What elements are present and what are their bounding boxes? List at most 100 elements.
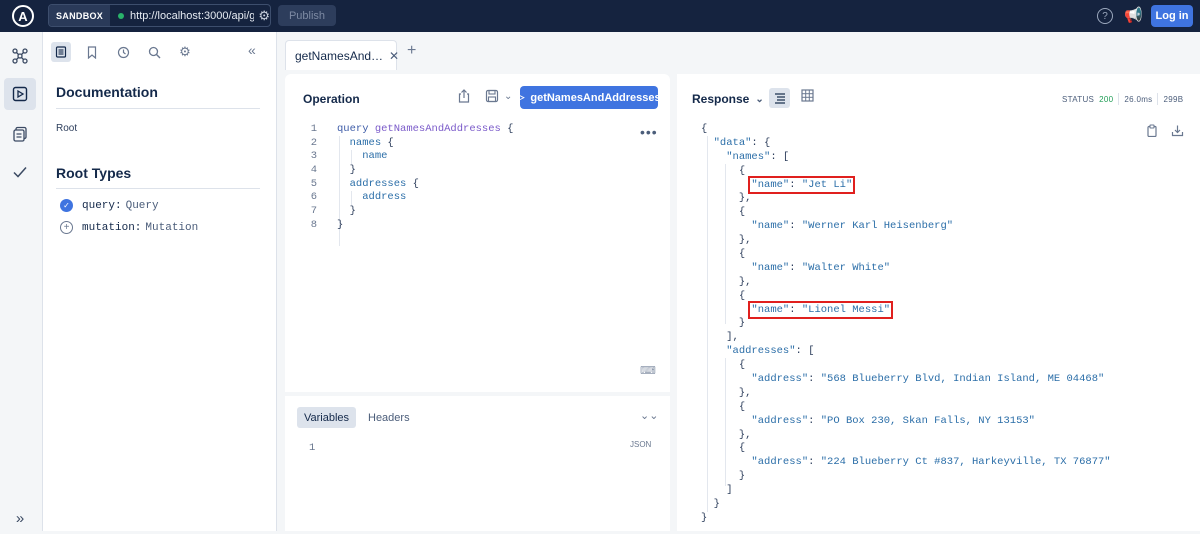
- share-icon[interactable]: [458, 89, 470, 106]
- schema-icon[interactable]: [4, 40, 36, 72]
- sandbox-tag: SANDBOX: [49, 5, 111, 26]
- operation-editor[interactable]: 1 query getNamesAndAddresses {2 names {3 …: [285, 122, 670, 232]
- login-button[interactable]: Log in: [1151, 5, 1193, 27]
- response-json[interactable]: { "data": { "names": [ { "name": "Jet Li…: [701, 122, 1151, 525]
- response-title: Response: [692, 92, 750, 106]
- bookmark-icon[interactable]: [82, 42, 102, 62]
- response-view-dropdown[interactable]: Response ⌄: [692, 92, 764, 106]
- run-operation-button[interactable]: ▷ getNamesAndAddresses: [517, 86, 661, 109]
- collapse-panel-icon[interactable]: ⌄⌄: [640, 409, 658, 422]
- code-text: address: [337, 191, 406, 203]
- tab-label: getNamesAnd…: [295, 48, 384, 63]
- json-entry: },: [739, 234, 752, 246]
- table-view-icon[interactable]: [801, 89, 814, 105]
- code-line[interactable]: 2 names {: [285, 136, 670, 150]
- code-line[interactable]: 6 address: [285, 190, 670, 204]
- settings-icon[interactable]: ⚙: [175, 42, 195, 62]
- code-line[interactable]: 8}: [285, 218, 670, 232]
- check-circle-icon[interactable]: ✓: [60, 199, 73, 212]
- json-key: "name": [751, 178, 790, 191]
- code-text: }: [337, 164, 356, 176]
- root-types-title: Root Types: [56, 165, 132, 181]
- endpoint-url[interactable]: http://localhost:3000/api/graphql: [130, 10, 254, 22]
- json-line: ],: [701, 330, 1151, 344]
- json-line: "name": "Lionel Messi": [701, 300, 1151, 319]
- endpoint-settings-icon[interactable]: ⚙: [258, 8, 270, 24]
- history-icon[interactable]: [113, 42, 133, 62]
- tab-variables[interactable]: Variables: [297, 407, 357, 428]
- save-icon[interactable]: [485, 89, 499, 106]
- breadcrumb-root[interactable]: Root: [56, 123, 77, 134]
- format-tag: JSON: [630, 440, 652, 449]
- code-line[interactable]: 4 }: [285, 163, 670, 177]
- json-view-icon[interactable]: [769, 88, 790, 108]
- line-number: 5: [310, 177, 317, 190]
- json-entry: }: [739, 470, 745, 482]
- close-icon[interactable]: ✕: [389, 49, 399, 63]
- json-punct: },: [738, 428, 752, 441]
- json-punct: ]: [726, 484, 733, 497]
- json-punct: {: [738, 359, 746, 372]
- tab-headers[interactable]: Headers: [361, 407, 417, 428]
- root-type-name[interactable]: Mutation: [145, 222, 198, 234]
- add-circle-icon[interactable]: +: [60, 221, 73, 234]
- json-punct: {: [738, 164, 746, 177]
- expand-icon[interactable]: »: [4, 502, 36, 534]
- root-type-query[interactable]: ✓ query: Query: [60, 199, 159, 212]
- highlighted-entry: "name": "Lionel Messi": [748, 300, 894, 319]
- keyboard-shortcuts-icon[interactable]: ⌨: [640, 364, 656, 377]
- tab-operation[interactable]: getNamesAnd… ✕: [285, 40, 399, 70]
- checks-icon[interactable]: [4, 156, 36, 188]
- endpoint-box[interactable]: SANDBOX http://localhost:3000/api/graphq…: [48, 4, 271, 27]
- add-tab-icon[interactable]: +: [407, 42, 416, 60]
- json-entry: },: [739, 429, 752, 441]
- announcement-icon[interactable]: 📢: [1124, 6, 1143, 24]
- json-entry: {: [739, 206, 745, 218]
- json-line: "data": {: [701, 136, 1151, 150]
- code-text: }: [337, 219, 343, 231]
- json-colon: :: [789, 178, 802, 191]
- json-entry: "name": "Walter White": [751, 262, 890, 274]
- json-entry: "addresses": [: [726, 345, 814, 357]
- operation-panel: Operation ⌄ ▷ getNamesAndAddresses ••• 1…: [285, 74, 670, 392]
- help-icon[interactable]: ?: [1097, 8, 1113, 24]
- search-icon[interactable]: [144, 42, 164, 62]
- root-type-name[interactable]: Query: [126, 200, 159, 212]
- publish-button[interactable]: Publish: [278, 5, 336, 26]
- collections-icon[interactable]: [4, 118, 36, 150]
- json-entry: {: [739, 401, 745, 413]
- code-token: getNamesAndAddresses: [374, 122, 508, 135]
- code-token: {: [412, 177, 419, 190]
- code-line[interactable]: 7 }: [285, 204, 670, 218]
- documentation-icon[interactable]: [51, 42, 71, 62]
- code-line[interactable]: 3 name: [285, 149, 670, 163]
- code-line[interactable]: 5 addresses {: [285, 177, 670, 191]
- chevron-down-icon[interactable]: ⌄: [504, 91, 512, 102]
- explorer-icon[interactable]: [4, 78, 36, 110]
- download-icon[interactable]: [1171, 124, 1184, 140]
- json-key: "addresses": [726, 345, 796, 358]
- collapse-icon[interactable]: «: [248, 42, 256, 58]
- json-colon: :: [789, 303, 802, 316]
- json-punct: {: [701, 122, 708, 135]
- json-line: "name": "Werner Karl Heisenberg": [701, 219, 1151, 233]
- json-line: "address": "PO Box 230, Skan Falls, NY 1…: [701, 414, 1151, 428]
- json-punct: : [: [770, 150, 790, 163]
- root-type-mutation[interactable]: + mutation: Mutation: [60, 221, 198, 234]
- json-entry: }: [739, 317, 745, 329]
- json-line: "name": "Jet Li": [701, 175, 1151, 194]
- docs-toolbar: ⚙: [51, 42, 206, 62]
- json-line: "address": "568 Blueberry Blvd, Indian I…: [701, 372, 1151, 386]
- code-token: {: [507, 122, 514, 135]
- code-line[interactable]: 1 query getNamesAndAddresses {: [285, 122, 670, 136]
- apollo-logo[interactable]: A: [12, 5, 34, 27]
- json-entry: },: [739, 387, 752, 399]
- code-text: name: [337, 150, 387, 162]
